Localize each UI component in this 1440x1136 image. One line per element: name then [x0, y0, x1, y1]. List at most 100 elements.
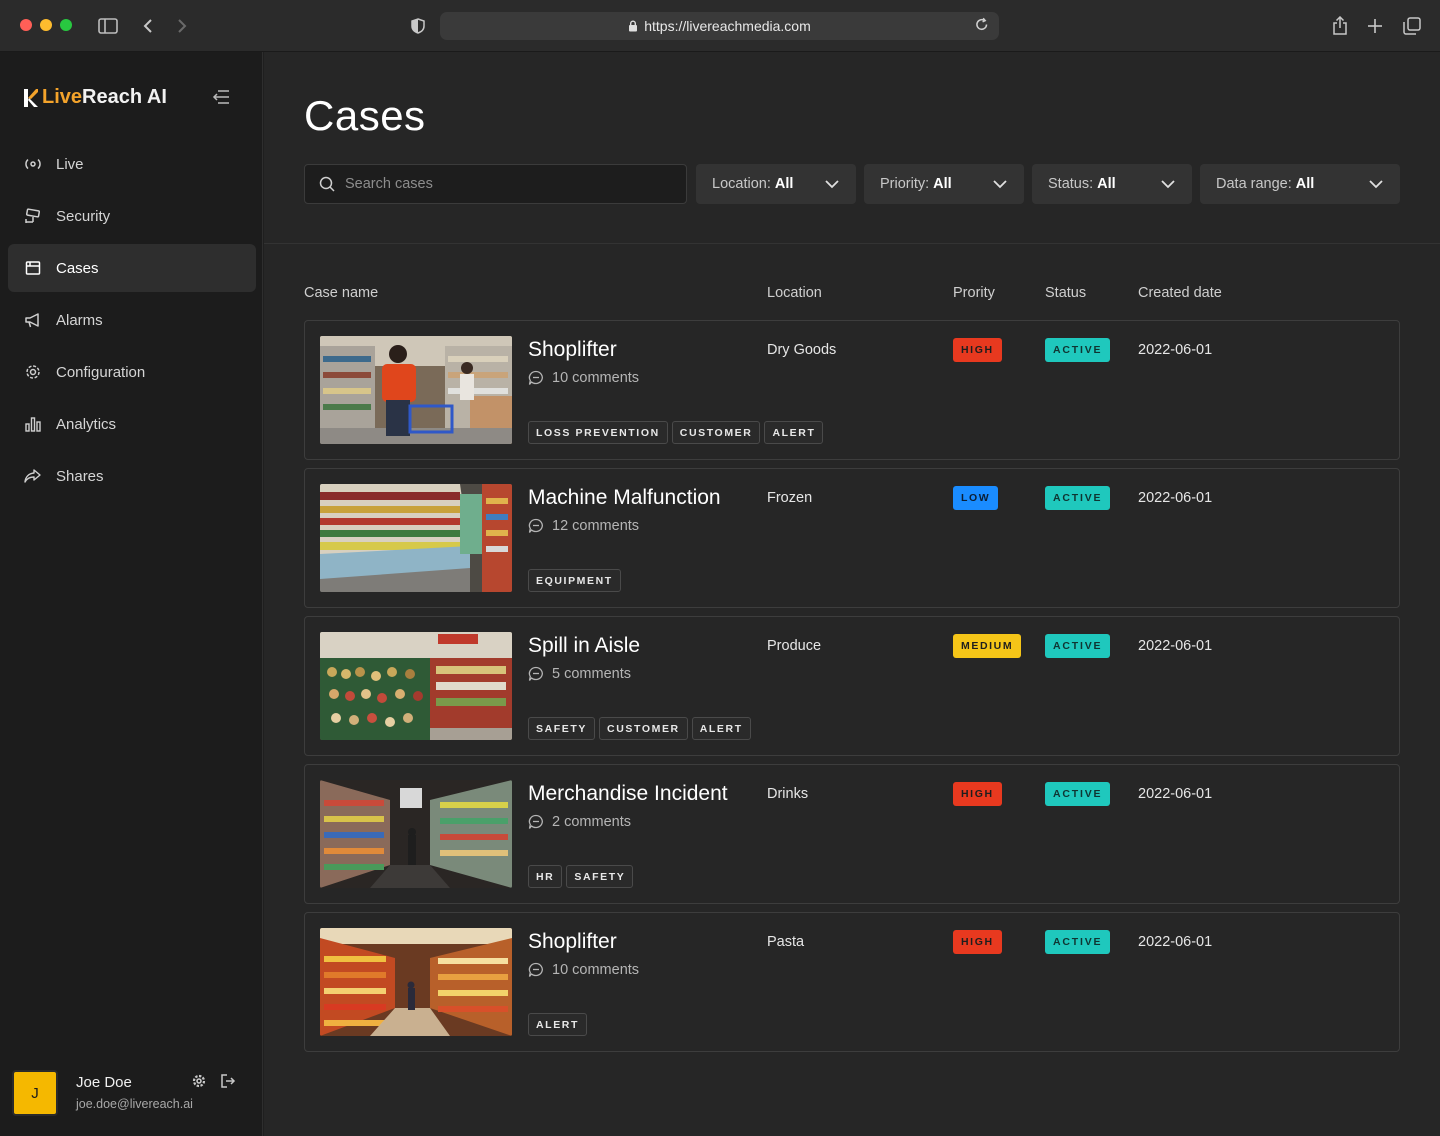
- tag[interactable]: EQUIPMENT: [528, 569, 621, 592]
- brand-logo[interactable]: Live Reach AI: [24, 86, 167, 109]
- privacy-shield-icon[interactable]: [406, 14, 430, 38]
- main-content: Cases Location:All Priority:All Status:A…: [264, 52, 1440, 1136]
- location-filter[interactable]: Location: All: [696, 164, 856, 204]
- case-name[interactable]: Merchandise Incident: [528, 782, 728, 806]
- case-location: Produce: [767, 638, 822, 654]
- page-title: Cases: [304, 92, 426, 139]
- priority-badge: HIGH: [953, 782, 1002, 806]
- created-date: 2022-06-01: [1138, 490, 1213, 506]
- sidebar-item-shares[interactable]: Shares: [8, 452, 256, 500]
- case-comments[interactable]: 5 comments: [528, 666, 631, 682]
- filter-label: Priority:: [880, 176, 930, 192]
- tag[interactable]: CUSTOMER: [599, 717, 688, 740]
- status-badge: ACTIVE: [1045, 782, 1111, 806]
- avatar[interactable]: J: [12, 1070, 58, 1116]
- close-window-button[interactable]: [20, 19, 32, 31]
- filter-value: All: [1295, 176, 1315, 192]
- folder-icon: [24, 259, 42, 277]
- comments-count: 12 comments: [552, 518, 640, 534]
- status-badge: ACTIVE: [1045, 930, 1111, 954]
- status-badge: ACTIVE: [1045, 486, 1111, 510]
- new-tab-icon[interactable]: [1363, 14, 1387, 38]
- tag[interactable]: SAFETY: [528, 717, 596, 740]
- case-thumbnail: [320, 632, 512, 740]
- comment-icon: [528, 962, 543, 977]
- sidebar-item-security[interactable]: Security: [8, 192, 256, 240]
- forward-icon[interactable]: [170, 14, 194, 38]
- sidebar-toggle-icon[interactable]: [96, 14, 120, 38]
- tag[interactable]: CUSTOMER: [671, 421, 761, 444]
- tag-list: SAFETY CUSTOMER ALERT: [528, 717, 751, 740]
- sidebar-item-label: Security: [56, 207, 111, 225]
- case-thumbnail: [320, 484, 512, 592]
- comment-icon: [528, 370, 543, 385]
- tab-overview-icon[interactable]: [1400, 14, 1424, 38]
- column-header-status[interactable]: Status: [1045, 285, 1086, 301]
- logout-icon[interactable]: [220, 1074, 236, 1093]
- address-bar[interactable]: https://livereachmedia.com: [440, 12, 999, 40]
- sidebar-item-configuration[interactable]: Configuration: [8, 348, 256, 396]
- reload-icon[interactable]: [975, 17, 989, 33]
- sidebar-item-live[interactable]: Live: [8, 140, 256, 188]
- filter-value: All: [774, 176, 794, 192]
- tag[interactable]: HR: [528, 865, 563, 888]
- column-header-priority[interactable]: Prority: [953, 285, 995, 301]
- lock-icon: [629, 20, 638, 32]
- share-page-icon[interactable]: [1328, 14, 1352, 38]
- share-icon: [24, 467, 42, 485]
- filter-label: Location:: [712, 176, 771, 192]
- search-input[interactable]: [345, 176, 665, 192]
- back-icon[interactable]: [136, 14, 160, 38]
- column-header-created[interactable]: Created date: [1138, 285, 1222, 301]
- date-range-filter[interactable]: Data range: All: [1200, 164, 1400, 204]
- column-header-name[interactable]: Case name: [304, 285, 378, 301]
- created-date: 2022-06-01: [1138, 786, 1213, 802]
- sidebar-item-label: Configuration: [56, 363, 146, 381]
- gear-icon: [24, 363, 42, 381]
- sidebar-item-cases[interactable]: Cases: [8, 244, 256, 292]
- table-row[interactable]: Shoplifter 10 comments ALERT Pasta HIGH …: [304, 912, 1400, 1052]
- priority-filter[interactable]: Priority: All: [864, 164, 1024, 204]
- tag-list: ALERT: [528, 1013, 587, 1036]
- table-row[interactable]: Shoplifter 10 comments LOSS PREVENTION C…: [304, 320, 1400, 460]
- minimize-window-button[interactable]: [40, 19, 52, 31]
- brand-prefix: Live: [42, 86, 83, 108]
- comments-count: 2 comments: [552, 814, 631, 830]
- case-name[interactable]: Shoplifter: [528, 338, 617, 362]
- tag-list: HR SAFETY: [528, 865, 634, 888]
- tag[interactable]: SAFETY: [566, 865, 634, 888]
- user-settings-icon[interactable]: [192, 1074, 206, 1093]
- sidebar-item-analytics[interactable]: Analytics: [8, 400, 256, 448]
- case-comments[interactable]: 10 comments: [528, 962, 639, 978]
- sidebar-item-label: Live: [56, 155, 84, 173]
- brand-suffix: Reach AI: [82, 86, 167, 108]
- user-name: Joe Doe: [76, 1074, 132, 1091]
- status-badge: ACTIVE: [1045, 634, 1111, 658]
- sidebar-item-alarms[interactable]: Alarms: [8, 296, 256, 344]
- table-row[interactable]: Spill in Aisle 5 comments SAFETY CUSTOME…: [304, 616, 1400, 756]
- comment-icon: [528, 814, 543, 829]
- search-box[interactable]: [304, 164, 687, 204]
- tag[interactable]: LOSS PREVENTION: [528, 421, 668, 444]
- filter-label: Data range:: [1216, 176, 1292, 192]
- table-row[interactable]: Machine Malfunction 12 comments EQUIPMEN…: [304, 468, 1400, 608]
- sidebar-nav: Live Security Cases Alarms Configuration…: [8, 140, 256, 504]
- case-comments[interactable]: 10 comments: [528, 370, 639, 386]
- status-filter[interactable]: Status: All: [1032, 164, 1192, 204]
- case-name[interactable]: Shoplifter: [528, 930, 617, 954]
- comment-icon: [528, 518, 543, 533]
- table-row[interactable]: Merchandise Incident 2 comments HR SAFET…: [304, 764, 1400, 904]
- tag[interactable]: ALERT: [764, 421, 824, 444]
- priority-badge: HIGH: [953, 930, 1002, 954]
- collapse-sidebar-icon[interactable]: [210, 86, 232, 108]
- case-comments[interactable]: 12 comments: [528, 518, 639, 534]
- tag[interactable]: ALERT: [528, 1013, 587, 1036]
- case-location: Frozen: [767, 490, 813, 506]
- zoom-window-button[interactable]: [60, 19, 72, 31]
- case-comments[interactable]: 2 comments: [528, 814, 631, 830]
- case-name[interactable]: Machine Malfunction: [528, 486, 721, 510]
- brand-mark-icon: [24, 88, 38, 107]
- case-name[interactable]: Spill in Aisle: [528, 634, 640, 658]
- column-header-location[interactable]: Location: [767, 285, 822, 301]
- tag[interactable]: ALERT: [691, 717, 751, 740]
